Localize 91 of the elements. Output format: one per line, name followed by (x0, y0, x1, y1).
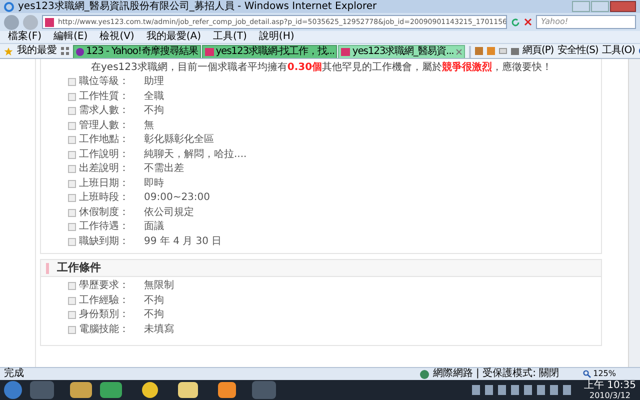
field-label: 身份類別： (79, 309, 130, 322)
bullet-icon (68, 194, 76, 202)
field-value: 不拘 (144, 309, 164, 322)
field-label: 工作待遇： (79, 221, 130, 234)
field-label: 上班日期： (79, 178, 130, 190)
browser-tab[interactable]: 123 - Yahoo!奇摩搜尋結果 (73, 45, 201, 58)
field-label: 職缺到期： (79, 236, 130, 248)
bullet-icon (68, 122, 76, 130)
field-value: 99 年 4 月 30 日 (144, 236, 222, 248)
competition-notice: 在yes123求職網，目前一個求職者平均擁有0.30個其他罕見的工作機會，屬於競爭很激烈，應徵要快！ (91, 60, 552, 75)
bullet-icon (68, 282, 76, 290)
browser-logo-icon (4, 2, 14, 12)
stop-icon[interactable] (524, 18, 532, 26)
favorites-button[interactable]: 我的最愛 (17, 46, 57, 56)
field-label: 休假制度： (79, 206, 130, 219)
field-label: 工作說明： (79, 148, 130, 161)
field-value: 不需出差 (144, 163, 184, 176)
field-value: 即時 (144, 178, 164, 190)
maximize-button[interactable] (591, 1, 609, 12)
field-value: 不拘 (144, 294, 164, 307)
toolbar-menu[interactable]: 工具(O) (602, 46, 635, 56)
status-text: 完成 (4, 369, 24, 379)
section-title: 工作條件 (57, 260, 101, 276)
field-value: 助理 (144, 76, 164, 88)
menu-item[interactable]: 說明(H) (258, 32, 294, 42)
browser-tab[interactable]: yes123求職網_醫易資... (338, 45, 465, 58)
new-tab-button[interactable] (468, 46, 471, 58)
favorites-star-icon[interactable] (4, 46, 13, 56)
bullet-icon (68, 136, 76, 144)
menu-item[interactable]: 編輯(E) (54, 32, 88, 42)
security-zone: 網際網路 | 受保護模式: 關閉 (432, 369, 560, 379)
bullet-icon (68, 180, 76, 188)
close-tab-icon[interactable] (456, 49, 462, 55)
site-tab-icon (204, 48, 214, 56)
menu-item[interactable]: 工具(T) (213, 32, 247, 42)
bullet-icon (68, 326, 76, 334)
bullet-icon (68, 208, 76, 217)
field-label: 職位等級： (79, 76, 130, 88)
section-accent-bar (46, 262, 49, 274)
site-icon (45, 18, 54, 26)
field-label: 上班時段： (79, 192, 130, 204)
zoom-level[interactable]: 125% (593, 370, 616, 378)
field-label: 工作地點： (79, 134, 130, 146)
field-value: 09:00~23:00 (144, 192, 210, 204)
quick-tabs-icon[interactable] (61, 47, 69, 55)
field-value: 面議 (144, 221, 164, 234)
search-field[interactable]: Yahoo! (536, 15, 636, 29)
bullet-icon (68, 311, 76, 320)
bullet-icon (68, 92, 76, 101)
zoom-icon (583, 370, 592, 378)
field-label: 工作性質： (79, 90, 130, 103)
toolbar-menu[interactable]: 安全性(S) (558, 46, 598, 56)
field-value: 無 (144, 120, 154, 132)
field-label: 需求人數： (79, 105, 130, 118)
globe-icon (420, 370, 429, 378)
field-value: 純聊天，解悶，哈拉.... (144, 148, 247, 161)
start-button[interactable] (4, 381, 22, 399)
site-tab-icon (341, 48, 350, 56)
field-value: 依公司規定 (144, 206, 194, 219)
field-label: 學歷要求： (79, 280, 130, 292)
window-title: yes123求職網_醫易資訊股份有限公司_募招人員 - Windows Internet Explorer (18, 2, 377, 12)
minimize-button[interactable] (572, 1, 590, 12)
menu-item[interactable]: 檔案(F) (8, 32, 42, 42)
bullet-icon (68, 238, 76, 246)
field-label: 電腦技能： (79, 324, 130, 336)
back-button[interactable] (4, 14, 19, 30)
field-label: 管理人數： (79, 120, 130, 132)
field-value: 全職 (144, 90, 164, 103)
field-value: 未填寫 (144, 324, 174, 336)
bullet-icon (68, 223, 76, 232)
forward-button[interactable] (23, 14, 38, 30)
scrollbar[interactable] (628, 59, 640, 367)
toolbar-menu[interactable]: 網頁(P) (522, 46, 554, 56)
browser-tab[interactable]: yes123求職網-找工作，找... (202, 45, 338, 58)
menu-item[interactable]: 檢視(V) (100, 32, 134, 42)
field-label: 工作經驗： (79, 294, 130, 307)
yahoo-tab-icon (76, 48, 84, 56)
bullet-icon (68, 107, 76, 116)
bullet-icon (68, 150, 76, 159)
field-label: 出差說明： (79, 163, 130, 176)
menu-item[interactable]: 我的最愛(A) (146, 32, 201, 42)
field-value: 不拘 (144, 105, 164, 118)
close-button[interactable] (610, 1, 636, 12)
clock-time: 上午 10:35 (584, 380, 636, 390)
bullet-icon (68, 296, 76, 305)
field-value: 彰化縣彰化全區 (144, 134, 214, 146)
clock-date: 2010/3/12 (589, 390, 631, 400)
bullet-icon (68, 165, 76, 174)
field-value: 無限制 (144, 280, 174, 292)
bullet-icon (68, 78, 76, 86)
refresh-icon[interactable] (511, 18, 520, 26)
